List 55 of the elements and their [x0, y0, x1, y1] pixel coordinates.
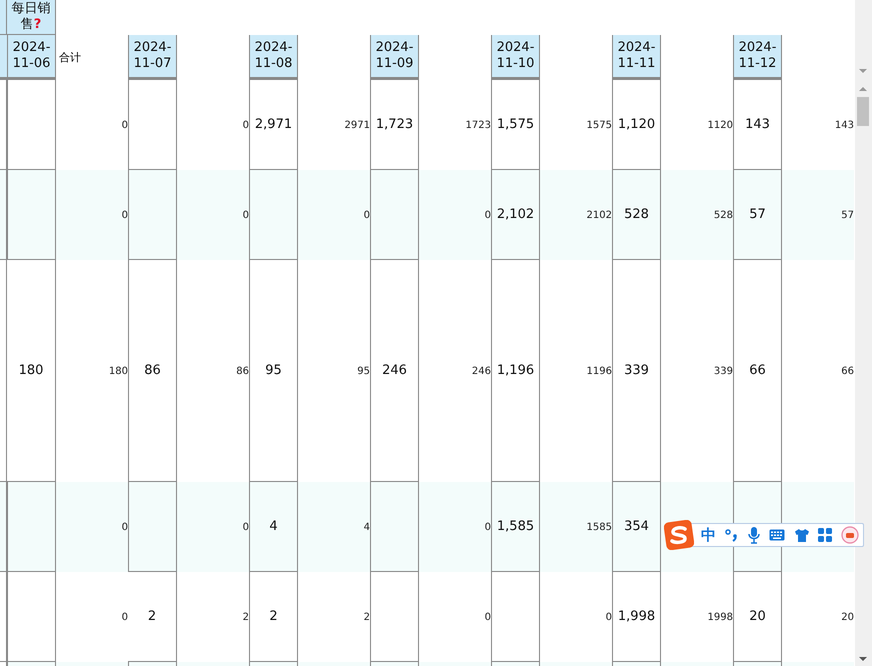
scroll-thumb[interactable] — [857, 97, 869, 126]
table-cell: 246 — [370, 260, 419, 482]
logo-icon[interactable] — [664, 520, 694, 550]
table-cell: 0 — [419, 170, 491, 260]
column-label: 合计 — [58, 50, 81, 65]
table-cell: 2 — [249, 572, 298, 662]
table-cell: 1585 — [540, 482, 612, 572]
column-header: 2024-11-11 — [612, 35, 661, 80]
keyboard-icon[interactable] — [769, 529, 786, 541]
column-header: 2024-11-12 — [733, 35, 782, 80]
column-header: 2024-11-10 — [491, 35, 540, 80]
scrollbar[interactable] — [855, 0, 872, 666]
table-cell: 2 — [128, 572, 177, 662]
table-cell: 0 — [177, 482, 249, 572]
table-cell: 57 — [733, 170, 782, 260]
grid-icon[interactable] — [818, 528, 832, 542]
table-cell: 20 — [733, 572, 782, 662]
table-cell: 86 — [128, 260, 177, 482]
table-cell: 143 — [733, 80, 782, 170]
table-cell: 95 — [249, 260, 298, 482]
scroll-up-icon[interactable] — [858, 86, 868, 92]
column-group-header: 每日销 售? — [7, 0, 56, 35]
table-cell: 1,196 — [491, 260, 540, 482]
table-cell: 339 — [612, 260, 661, 482]
table-cell: 2,971 — [249, 80, 298, 170]
table-cell: 180 — [7, 260, 56, 482]
table-cell: 0 — [56, 482, 128, 572]
table-cell: 57 — [782, 170, 854, 260]
table-cell: 0 — [177, 170, 249, 260]
scroll-down-icon[interactable] — [858, 656, 868, 662]
column-header: 2024-11-07 — [128, 35, 177, 80]
table-cell: 1,723 — [370, 80, 419, 170]
table-cell: 1,998 — [612, 572, 661, 662]
column-header: 2024-11-09 — [370, 35, 419, 80]
table-cell: 66 — [733, 260, 782, 482]
column-header: 2024-11-06 — [7, 35, 56, 80]
table-cell: 0 — [56, 170, 128, 260]
table-cell: 4 — [298, 482, 370, 572]
table-cell: 2,102 — [491, 170, 540, 260]
table-cell: 528 — [612, 170, 661, 260]
table-cell: 1,585 — [491, 482, 540, 572]
input-mode-toggle[interactable]: 中 — [701, 526, 716, 544]
table-cell: 0 — [419, 482, 491, 572]
table-cell: 2102 — [540, 170, 612, 260]
avatar-icon[interactable] — [840, 526, 859, 544]
column-header: 2024-11-08 — [249, 35, 298, 80]
table-cell: 0 — [298, 170, 370, 260]
table-cell: 4 — [249, 482, 298, 572]
table-cell: 1,120 — [612, 80, 661, 170]
table-cell: 1,575 — [491, 80, 540, 170]
microphone-icon[interactable] — [747, 526, 762, 544]
table-cell: 354 — [612, 482, 661, 572]
shirt-icon[interactable] — [794, 528, 810, 542]
punctuation-icon[interactable] — [724, 528, 739, 542]
table-cell: 528 — [661, 170, 733, 260]
